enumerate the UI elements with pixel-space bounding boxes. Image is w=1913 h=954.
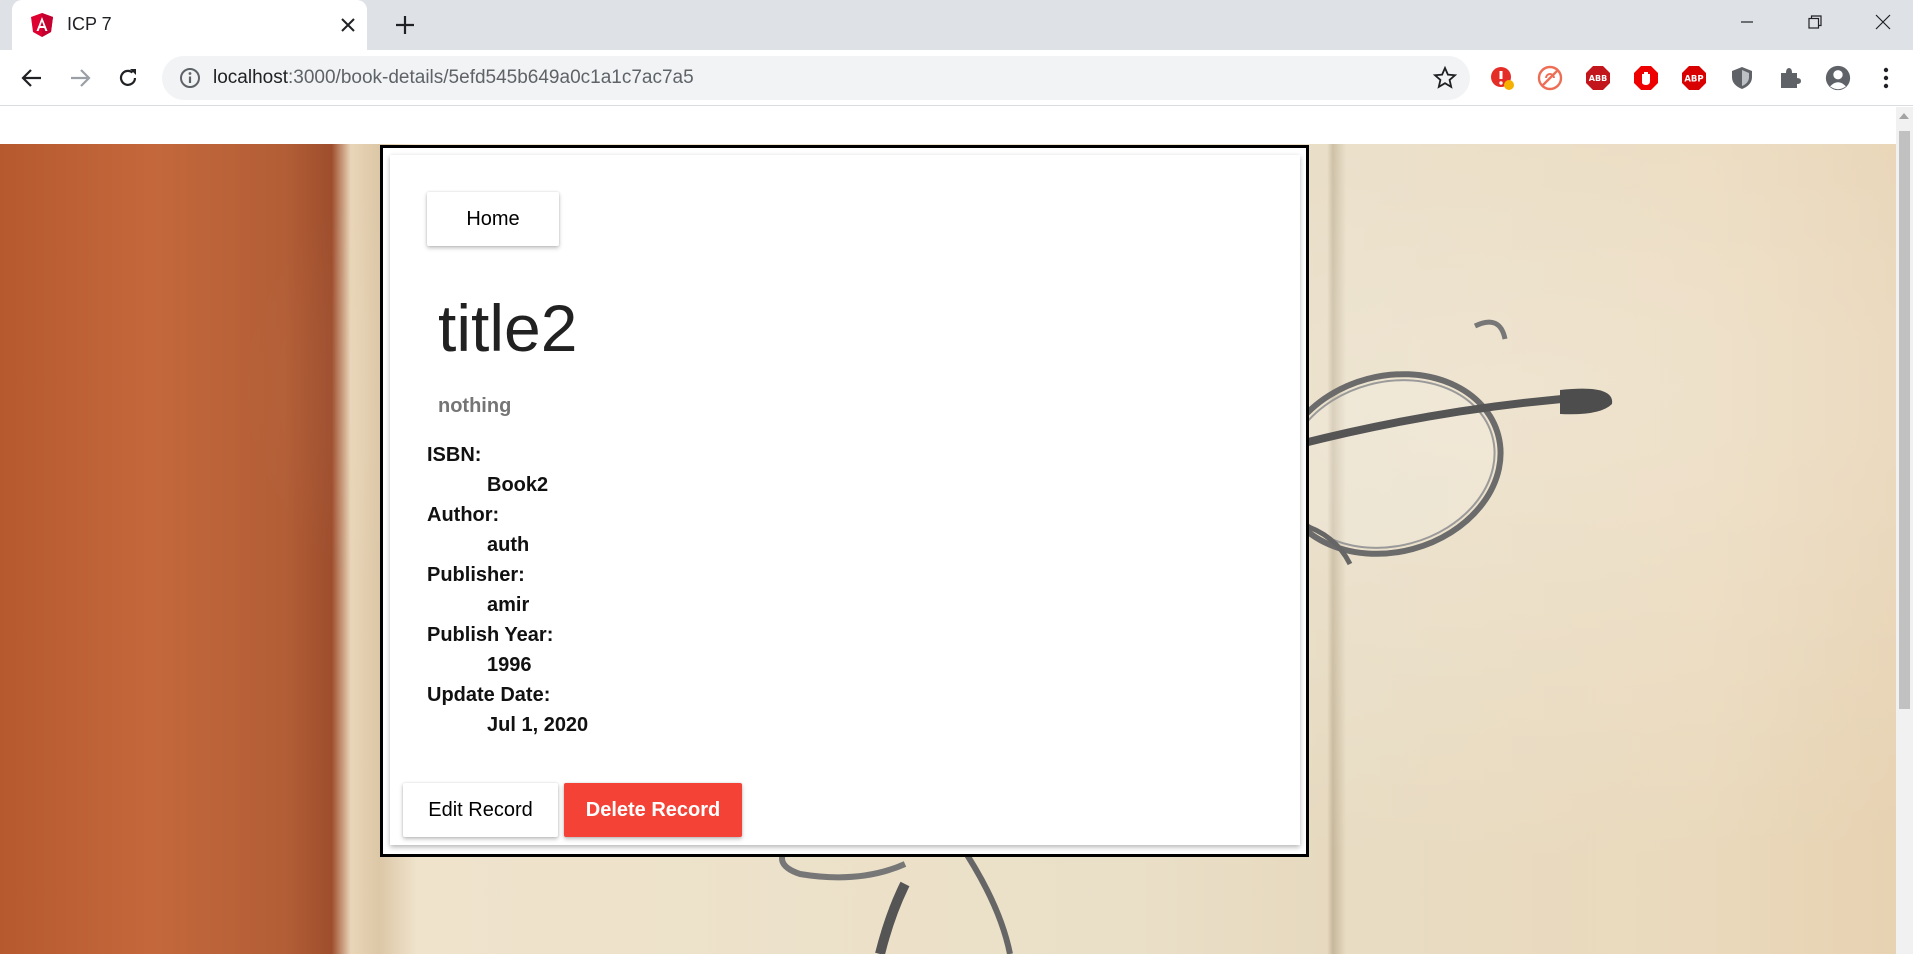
restore-icon[interactable] <box>1784 0 1846 44</box>
author-value: auth <box>487 534 530 556</box>
forward-icon[interactable] <box>64 62 96 94</box>
puzzle-icon[interactable] <box>1776 64 1804 92</box>
scroll-up-icon[interactable] <box>1899 113 1909 119</box>
adblock-icon[interactable]: ABB <box>1584 64 1612 92</box>
extension-stop-icon[interactable] <box>1536 64 1564 92</box>
update-date-label: Update Date: <box>427 684 551 706</box>
isbn-value: Book2 <box>487 474 549 496</box>
delete-record-button[interactable]: Delete Record <box>564 783 742 837</box>
menu-kebab-icon[interactable] <box>1872 64 1900 92</box>
back-icon[interactable] <box>16 62 48 94</box>
minimize-icon[interactable] <box>1716 0 1778 44</box>
publish-year-value: 1996 <box>487 654 532 676</box>
close-tab-icon[interactable] <box>334 11 362 39</box>
adblock-plus-icon[interactable]: ABP <box>1680 64 1708 92</box>
reload-icon[interactable] <box>112 62 144 94</box>
adblock-hand-icon[interactable] <box>1632 64 1660 92</box>
home-button[interactable]: Home <box>427 192 559 246</box>
isbn-label: ISBN: <box>427 444 482 466</box>
book-details-frame: Home title2 nothing ISBN: Book2 Author: … <box>380 145 1309 857</box>
profile-icon[interactable] <box>1824 64 1852 92</box>
edit-record-button[interactable]: Edit Record <box>403 783 558 837</box>
angular-icon <box>30 12 54 38</box>
vertical-scrollbar[interactable] <box>1896 107 1913 954</box>
address-bar[interactable]: localhost:3000/book-details/5efd545b649a… <box>162 56 1470 100</box>
browser-toolbar: localhost:3000/book-details/5efd545b649a… <box>0 50 1913 106</box>
page-viewport: Home title2 nothing ISBN: Book2 Author: … <box>0 107 1913 954</box>
book-details-card: Home title2 nothing ISBN: Book2 Author: … <box>390 155 1300 845</box>
publisher-label: Publisher: <box>427 564 525 586</box>
book-title: title2 <box>438 291 578 365</box>
book-details-list: ISBN: Book2 Author: auth Publisher: amir… <box>427 440 588 740</box>
publisher-value: amir <box>487 594 530 616</box>
tab-title: ICP 7 <box>67 14 112 34</box>
browser-tab[interactable]: ICP 7 <box>12 0 367 50</box>
update-date-value: Jul 1, 2020 <box>487 714 589 736</box>
author-label: Author: <box>427 504 500 526</box>
scrollbar-thumb[interactable] <box>1899 131 1910 709</box>
shield-icon[interactable] <box>1728 64 1756 92</box>
site-info-icon[interactable] <box>178 66 202 90</box>
svg-text:ABP: ABP <box>1684 75 1703 85</box>
publish-year-label: Publish Year: <box>427 624 554 646</box>
url-text: localhost:3000/book-details/5efd545b649a… <box>213 67 694 88</box>
close-window-icon[interactable] <box>1852 0 1913 44</box>
extension-alert-icon[interactable] <box>1488 64 1516 92</box>
svg-text:ABB: ABB <box>1589 74 1607 83</box>
book-description: nothing <box>438 395 512 417</box>
new-tab-icon[interactable] <box>390 10 420 40</box>
tab-strip: ICP 7 <box>0 0 1913 50</box>
bookmark-star-icon[interactable] <box>1432 65 1458 91</box>
